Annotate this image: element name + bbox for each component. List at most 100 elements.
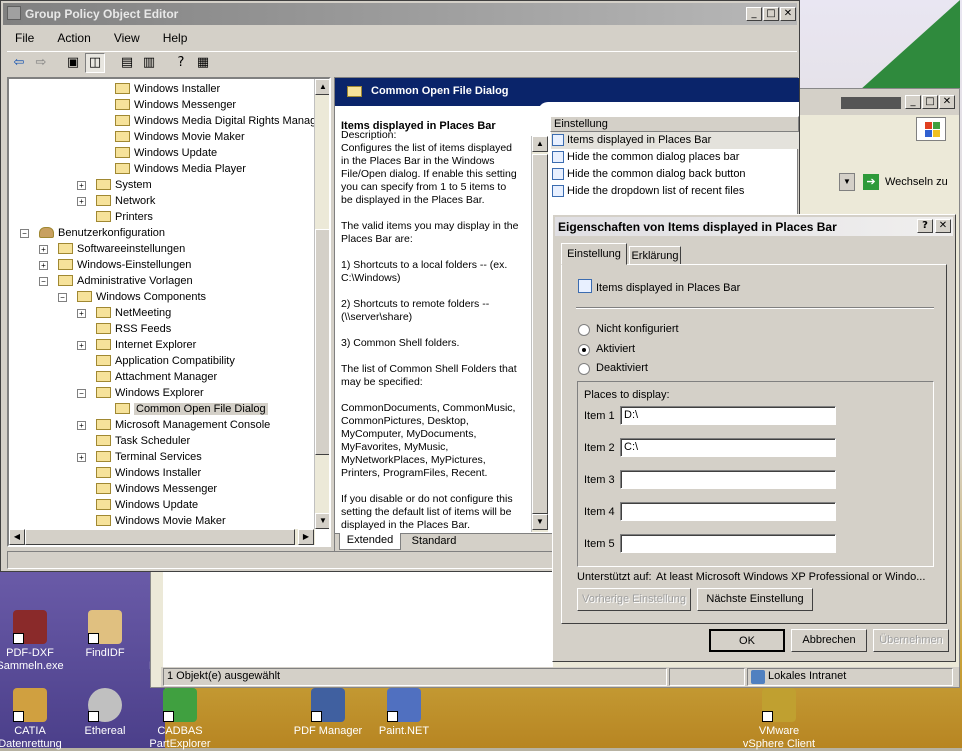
expand-icon[interactable]: + bbox=[77, 421, 86, 430]
back-icon[interactable]: ⇦ bbox=[9, 53, 29, 73]
collapse-icon[interactable]: − bbox=[58, 293, 67, 302]
description-scrollbar[interactable]: ▲ ▼ bbox=[531, 136, 548, 532]
tree-item[interactable]: + Windows-Einstellungen bbox=[39, 257, 191, 273]
explorer-maximize-button[interactable]: □ bbox=[922, 95, 938, 109]
tree-item[interactable]: − Windows Components bbox=[58, 289, 206, 305]
expand-icon[interactable]: + bbox=[77, 197, 86, 206]
expand-icon[interactable]: + bbox=[39, 245, 48, 254]
list-item[interactable]: Hide the dropdown list of recent files bbox=[551, 183, 744, 200]
tree-item[interactable]: RSS Feeds bbox=[96, 321, 171, 337]
item1-field[interactable]: D:\ bbox=[620, 406, 836, 425]
item2-field[interactable]: C:\ bbox=[620, 438, 836, 457]
tree-item[interactable]: + Terminal Services bbox=[77, 449, 202, 465]
tree-item[interactable]: + Internet Explorer bbox=[77, 337, 196, 353]
ok-button[interactable]: OK bbox=[709, 629, 785, 652]
tree-item[interactable]: Windows Installer bbox=[115, 81, 220, 97]
tree-item[interactable]: Windows Installer bbox=[96, 465, 201, 481]
expand-icon[interactable]: + bbox=[77, 453, 86, 462]
tree-item[interactable]: Task Scheduler bbox=[96, 433, 190, 449]
scroll-left-icon[interactable]: ◀ bbox=[9, 529, 25, 545]
address-dropdown-button[interactable]: ▼ bbox=[839, 173, 855, 191]
item3-field[interactable] bbox=[620, 470, 836, 489]
explorer-minimize-button[interactable]: _ bbox=[905, 95, 921, 109]
desc-scroll-up-icon[interactable]: ▲ bbox=[532, 136, 548, 152]
tree-item[interactable]: + Softwareeinstellungen bbox=[39, 241, 185, 257]
gpo-maximize-button[interactable]: □ bbox=[763, 7, 779, 21]
properties-icon[interactable]: ▤ bbox=[117, 53, 137, 73]
desktop-icon-findidf[interactable]: FindIDF bbox=[67, 610, 143, 660]
tree-item[interactable]: Windows Update bbox=[96, 497, 198, 513]
tab-extended[interactable]: Extended bbox=[339, 533, 401, 550]
tree-item[interactable]: Application Compatibility bbox=[96, 353, 235, 369]
collapse-icon[interactable]: − bbox=[39, 277, 48, 286]
previous-setting-button[interactable]: Vorherige Einstellung bbox=[577, 588, 691, 611]
menu-action[interactable]: Action bbox=[57, 31, 90, 45]
tree-item[interactable]: Windows Movie Maker bbox=[115, 129, 245, 145]
tree-item[interactable]: − Benutzerkonfiguration bbox=[20, 225, 165, 241]
tree-item[interactable]: Windows Media Digital Rights Management bbox=[115, 113, 315, 129]
collapse-icon[interactable]: − bbox=[20, 229, 29, 238]
column-header-einstellung[interactable]: Einstellung bbox=[550, 116, 799, 132]
scroll-thumb[interactable] bbox=[315, 229, 329, 455]
tab-erklaerung[interactable]: Erklärung bbox=[629, 246, 681, 265]
collapse-icon[interactable]: − bbox=[77, 389, 86, 398]
tree-hscrollbar[interactable]: ◀ ▶ bbox=[9, 529, 315, 545]
desktop-icon-vmware[interactable]: VMware vSphere Client bbox=[741, 688, 817, 751]
expand-icon[interactable]: + bbox=[39, 261, 48, 270]
menu-help[interactable]: Help bbox=[163, 31, 188, 45]
tree-item[interactable]: − Administrative Vorlagen bbox=[39, 273, 193, 289]
tab-standard[interactable]: Standard bbox=[403, 534, 465, 550]
desktop-icon-ethereal[interactable]: Ethereal bbox=[67, 688, 143, 738]
hscroll-thumb[interactable] bbox=[25, 529, 295, 545]
desc-scroll-down-icon[interactable]: ▼ bbox=[532, 514, 548, 530]
tree-item[interactable]: + Network bbox=[77, 193, 155, 209]
list-item[interactable]: Hide the common dialog places bar bbox=[551, 149, 739, 166]
scroll-right-icon[interactable]: ▶ bbox=[298, 529, 314, 545]
help-icon[interactable]: ? bbox=[171, 53, 191, 73]
menu-file[interactable]: File bbox=[15, 31, 34, 45]
expand-icon[interactable]: + bbox=[77, 309, 86, 318]
tree-item[interactable]: Common Open File Dialog bbox=[115, 401, 268, 417]
desktop-icon-paint-net[interactable]: Paint.NET bbox=[366, 688, 442, 738]
item4-field[interactable] bbox=[620, 502, 836, 521]
tree-item[interactable]: + System bbox=[77, 177, 152, 193]
tree-item[interactable]: + Microsoft Management Console bbox=[77, 417, 270, 433]
gpo-minimize-button[interactable]: _ bbox=[746, 7, 762, 21]
apply-button[interactable]: Übernehmen bbox=[873, 629, 949, 652]
next-setting-button[interactable]: Nächste Einstellung bbox=[697, 588, 813, 611]
desktop-icon-pdf-manager[interactable]: PDF Manager bbox=[290, 688, 366, 738]
item5-field[interactable] bbox=[620, 534, 836, 553]
dialog-help-button[interactable]: ? bbox=[917, 219, 933, 233]
tab-einstellung[interactable]: Einstellung bbox=[561, 243, 627, 265]
list-item[interactable]: Hide the common dialog back button bbox=[551, 166, 746, 183]
tree-item[interactable]: Windows Messenger bbox=[115, 97, 236, 113]
list-item[interactable]: Items displayed in Places Bar bbox=[551, 132, 799, 149]
tree-item[interactable]: + NetMeeting bbox=[77, 305, 171, 321]
expand-icon[interactable]: + bbox=[77, 181, 86, 190]
tree-vscrollbar[interactable]: ▲ ▼ bbox=[314, 79, 329, 529]
scroll-up-icon[interactable]: ▲ bbox=[315, 79, 329, 95]
show-hide-icon[interactable]: ▦ bbox=[193, 53, 213, 73]
export-list-icon[interactable]: ▥ bbox=[139, 53, 159, 73]
desktop-icon-cadbas[interactable]: CADBAS PartExplorer bbox=[142, 688, 218, 751]
explorer-close-button[interactable]: ✕ bbox=[939, 95, 955, 109]
desktop-icon-pdf-dxf[interactable]: PDF-DXF Sammeln.exe bbox=[0, 610, 68, 673]
go-button[interactable]: ➔ Wechseln zu bbox=[861, 173, 955, 193]
tree-item[interactable]: − Windows Explorer bbox=[77, 385, 204, 401]
desc-scroll-thumb[interactable] bbox=[532, 154, 548, 514]
cancel-button[interactable]: Abbrechen bbox=[791, 629, 867, 652]
tree-item[interactable]: Windows Messenger bbox=[96, 481, 217, 497]
show-tree-icon[interactable]: ◫ bbox=[85, 53, 105, 73]
up-folder-icon[interactable]: ▣ bbox=[63, 53, 83, 73]
scroll-down-icon[interactable]: ▼ bbox=[315, 513, 329, 529]
dialog-close-button[interactable]: ✕ bbox=[935, 219, 951, 233]
menu-view[interactable]: View bbox=[114, 31, 140, 45]
tree-item[interactable]: Windows Media Player bbox=[115, 161, 246, 177]
desktop-icon-catia[interactable]: CATIA Datenrettung bbox=[0, 688, 68, 751]
forward-icon[interactable]: ⇨ bbox=[31, 53, 51, 73]
expand-icon[interactable]: + bbox=[77, 341, 86, 350]
tree-item[interactable]: Windows Update bbox=[115, 145, 217, 161]
tree-item[interactable]: Printers bbox=[96, 209, 153, 225]
tree-item[interactable]: Windows Movie Maker bbox=[96, 513, 226, 529]
tree-item[interactable]: Attachment Manager bbox=[96, 369, 217, 385]
